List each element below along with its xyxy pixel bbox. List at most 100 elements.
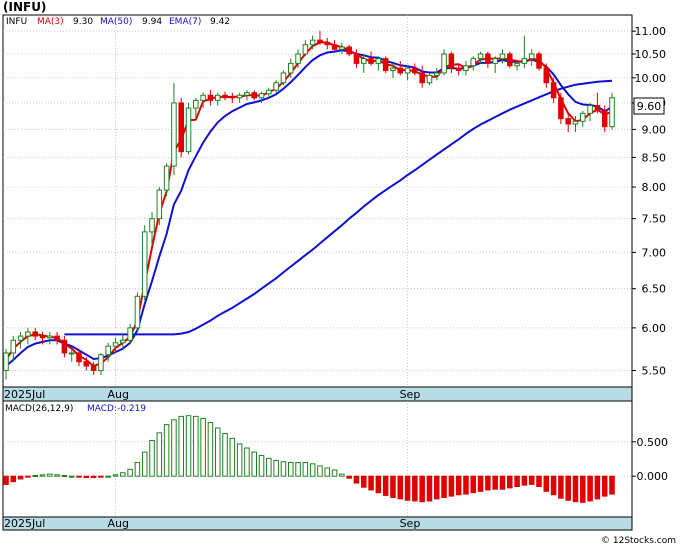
macd-bar xyxy=(244,447,250,477)
candle-body xyxy=(120,339,126,344)
candle-body xyxy=(156,189,163,220)
candle-body xyxy=(485,53,491,64)
macd-bar xyxy=(251,451,258,477)
stock-chart: (INFU) 11.0010.5010.009.509.008.508.007.… xyxy=(0,0,680,546)
macd-bar xyxy=(120,472,126,477)
macd-bar xyxy=(193,415,199,477)
macd-legend-label: MACD(26,12,9) xyxy=(5,404,73,414)
candle-body xyxy=(90,365,97,371)
candle-body xyxy=(229,96,236,99)
candle-body xyxy=(141,231,148,297)
candle-body xyxy=(550,82,557,99)
macd-bar xyxy=(287,461,294,477)
candle-body xyxy=(375,58,382,64)
price-x-label: 2025Jul xyxy=(4,388,45,401)
macd-bar xyxy=(499,475,506,490)
macd-bar xyxy=(397,475,404,500)
candle-body xyxy=(492,58,498,64)
candle-body xyxy=(353,53,360,64)
macd-bar xyxy=(236,443,243,477)
candle-body xyxy=(419,72,425,84)
macd-bar xyxy=(382,475,389,496)
candle-body xyxy=(3,352,9,371)
macd-bar xyxy=(360,475,367,488)
candle-body xyxy=(412,67,418,74)
candle-body xyxy=(309,39,316,46)
candle-body xyxy=(302,44,309,55)
price-legend: INFU MA(3) 9.30 MA(50) 9.94 EMA(7) 9.42 xyxy=(6,17,230,27)
candle-body xyxy=(295,53,301,64)
candle-body xyxy=(434,72,440,76)
candle-body xyxy=(448,53,455,69)
candle-body xyxy=(98,354,104,371)
candle-body xyxy=(594,105,601,112)
candle-body xyxy=(572,120,579,125)
candle-body xyxy=(105,345,111,356)
macd-bar xyxy=(543,475,550,492)
price-x-label: Sep xyxy=(400,388,421,401)
macd-bar xyxy=(214,427,221,477)
candle-body xyxy=(280,72,287,84)
macd-bar xyxy=(521,475,528,486)
macd-bar xyxy=(448,475,455,497)
candle-body xyxy=(266,89,272,95)
macd-bar xyxy=(32,475,38,477)
macd-bar xyxy=(76,475,82,478)
macd-bar xyxy=(127,468,133,477)
candle-body xyxy=(17,335,24,341)
macd-x-label: Sep xyxy=(400,517,421,530)
macd-bar xyxy=(273,459,279,477)
macd-bar xyxy=(54,474,60,477)
candle-body xyxy=(54,335,60,341)
candle-body xyxy=(61,339,68,354)
macd-tick-label: 0.500 xyxy=(637,436,669,449)
chart-canvas: 11.0010.5010.009.509.008.508.007.507.006… xyxy=(2,14,676,546)
candle-body xyxy=(178,102,184,153)
candle-body xyxy=(558,97,564,120)
macd-bar xyxy=(200,417,206,477)
candle-body xyxy=(193,99,199,109)
candle-body xyxy=(390,67,396,72)
macd-bar xyxy=(426,475,433,502)
candle-body xyxy=(47,335,53,339)
macd-bar xyxy=(163,424,170,477)
candle-body xyxy=(360,58,367,64)
macd-bar xyxy=(309,463,316,477)
candle-body xyxy=(404,67,411,74)
candle-body xyxy=(324,41,331,46)
candle-body xyxy=(273,82,279,91)
macd-bar xyxy=(353,475,360,484)
macd-x-label: Aug xyxy=(108,517,129,530)
candle-body xyxy=(382,58,389,72)
macd-bar xyxy=(68,475,75,478)
price-tick-label: 6.00 xyxy=(642,322,667,335)
macd-bar xyxy=(134,461,141,477)
macd-bar xyxy=(441,475,447,498)
macd-tick-label: 0.000 xyxy=(637,470,669,483)
macd-bar xyxy=(470,475,477,494)
macd-bar xyxy=(105,475,111,478)
candle-body xyxy=(76,352,82,363)
candle-body xyxy=(543,67,550,84)
macd-bar xyxy=(178,415,184,477)
macd-bar xyxy=(302,461,309,477)
candle-body xyxy=(112,342,119,347)
macd-bar xyxy=(331,469,338,477)
candle-body xyxy=(171,102,177,167)
macd-bar xyxy=(434,475,440,500)
macd-bar xyxy=(550,475,557,496)
macd-bar xyxy=(419,475,425,503)
candle-body xyxy=(251,92,258,99)
candle-body xyxy=(317,39,323,43)
candle-body xyxy=(601,110,608,128)
price-tick-label: 10.00 xyxy=(635,72,667,85)
macd-bar xyxy=(404,475,411,501)
macd-bar xyxy=(61,475,68,477)
macd-bar xyxy=(25,475,31,478)
macd-bar xyxy=(463,475,469,495)
candle-body xyxy=(185,107,192,153)
macd-x-label: 2025Jul xyxy=(4,517,45,530)
candle-body xyxy=(236,94,243,99)
macd-bar xyxy=(339,473,345,477)
macd-bar xyxy=(346,475,352,479)
